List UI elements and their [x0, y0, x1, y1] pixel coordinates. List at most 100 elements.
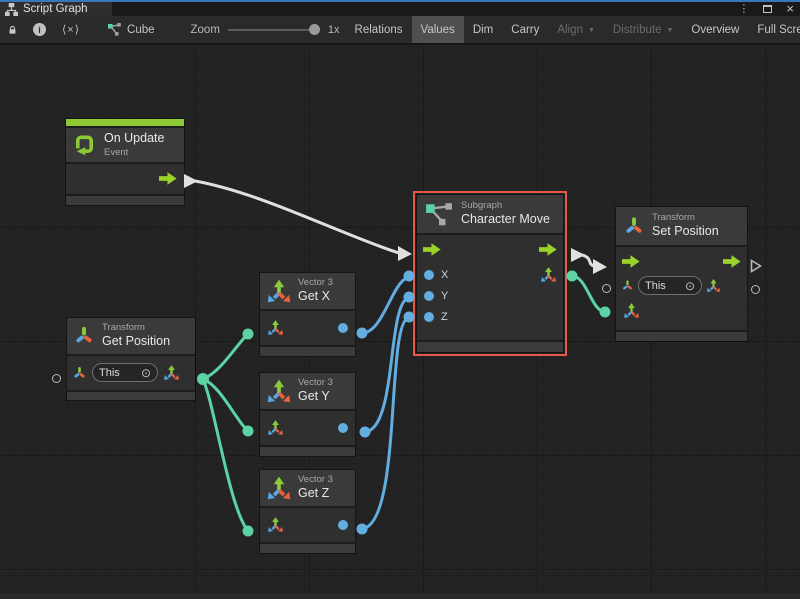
wire-value-getposition-gety[interactable] [203, 379, 248, 431]
vector3-icon [266, 378, 292, 404]
port-label-x: X [441, 269, 448, 281]
wire-flow-onupdate-charactermove[interactable] [195, 181, 399, 253]
zoom-slider-handle[interactable] [309, 24, 320, 35]
distribute-label: Distribute [613, 24, 662, 36]
node-footer [67, 392, 195, 400]
wire-endpoint [243, 329, 254, 340]
wire-value-gety-y[interactable] [365, 298, 408, 432]
transform-port-icon[interactable] [621, 278, 634, 293]
vector3-input-port-icon[interactable] [267, 419, 284, 436]
info-button[interactable]: i [25, 16, 54, 43]
lock-button[interactable] [0, 16, 25, 43]
selection-outline: Subgraph Character Move X Y [413, 191, 567, 356]
float-output-port[interactable] [338, 423, 348, 433]
unconnected-port-ring[interactable] [602, 284, 611, 293]
relations-toggle[interactable]: Relations [346, 16, 412, 43]
transform-icon [623, 213, 645, 239]
flow-output-port[interactable] [159, 172, 177, 185]
vector3-input-port-icon[interactable] [267, 319, 284, 336]
lock-icon [8, 23, 17, 37]
node-title: Get Y [298, 389, 333, 405]
values-toggle[interactable]: Values [412, 16, 464, 43]
unconnected-port-ring[interactable] [52, 374, 61, 383]
node-get-y[interactable]: Vector 3 Get Y [260, 373, 355, 456]
node-title: Character Move [461, 212, 550, 228]
vector3-output-port-icon[interactable] [540, 266, 557, 283]
vector3-output-port-icon[interactable] [706, 278, 721, 293]
node-get-z[interactable]: Vector 3 Get Z [260, 470, 355, 553]
wire-endpoint [357, 524, 368, 535]
this-field[interactable]: This ⊙ [638, 276, 702, 295]
node-subtitle: Vector 3 [298, 377, 333, 389]
close-icon[interactable]: × [786, 2, 794, 15]
code-icon: ⟨×⟩ [62, 23, 80, 36]
kebab-menu-icon[interactable]: ⋮ [738, 4, 749, 15]
node-footer [260, 347, 355, 356]
on-update-icon [72, 132, 97, 157]
vector3-icon [266, 475, 292, 501]
align-dropdown[interactable]: Align ▼ [548, 16, 604, 43]
subgraph-icon [425, 201, 453, 227]
wire-value-getz-z[interactable] [362, 318, 408, 529]
flow-input-port[interactable] [622, 255, 640, 268]
graph-canvas[interactable]: On Update Event Transform Get Position T… [0, 45, 800, 599]
carry-toggle[interactable]: Carry [502, 16, 548, 43]
graph-target[interactable]: Cube [98, 16, 165, 43]
script-graph-icon [5, 3, 18, 16]
vector3-input-port-icon[interactable] [267, 516, 284, 533]
flow-output-port[interactable] [539, 243, 557, 256]
flow-input-port[interactable] [423, 243, 441, 256]
wire-endpoint [360, 427, 371, 438]
node-title: Get Position [102, 334, 170, 350]
distribute-dropdown[interactable]: Distribute ▼ [604, 16, 683, 43]
node-subtitle: Transform [102, 322, 170, 334]
zoom-value: 1x [328, 24, 340, 36]
node-set-position[interactable]: Transform Set Position This ⊙ [616, 207, 747, 341]
input-port-x[interactable] [424, 270, 434, 280]
transform-port-icon[interactable] [72, 365, 87, 381]
flow-output-port[interactable] [723, 255, 741, 268]
vector3-output-port-icon[interactable] [163, 364, 180, 381]
vector3-input-port-icon[interactable] [623, 302, 640, 319]
wire-flow-charactermove-setposition[interactable] [582, 255, 594, 266]
event-color-bar [66, 119, 184, 126]
node-subtitle: Event [104, 147, 164, 159]
node-get-x[interactable]: Vector 3 Get X [260, 273, 355, 356]
node-footer [417, 342, 563, 352]
fullscreen-button[interactable]: Full Screen [748, 16, 800, 43]
overview-button[interactable]: Overview [682, 16, 748, 43]
tab-script-graph[interactable]: Script Graph [0, 2, 112, 16]
wire-endpoint [600, 307, 611, 318]
node-footer [66, 196, 184, 205]
input-port-y[interactable] [424, 291, 434, 301]
vector3-icon [266, 278, 292, 304]
port-label-y: Y [441, 290, 448, 302]
object-picker-icon[interactable]: ⊙ [685, 280, 695, 292]
wire-value-getposition-getz[interactable] [203, 379, 248, 531]
node-subtitle: Vector 3 [298, 277, 333, 289]
chevron-down-icon: ▼ [666, 27, 673, 34]
float-output-port[interactable] [338, 520, 348, 530]
object-picker-icon[interactable]: ⊙ [141, 367, 151, 379]
input-port-z[interactable] [424, 312, 434, 322]
wire-value-charactermove-setposition[interactable] [572, 276, 605, 312]
this-field[interactable]: This ⊙ [92, 363, 158, 382]
tab-label: Script Graph [23, 3, 88, 15]
dim-toggle[interactable]: Dim [464, 16, 502, 43]
node-footer [260, 544, 355, 553]
wire-endpoint [567, 271, 578, 282]
edit-graph-button[interactable]: ⟨×⟩ [54, 16, 88, 43]
wire-arrowhead [184, 174, 198, 188]
unconnected-flow-triangle[interactable] [750, 259, 762, 273]
wire-value-getposition-getx[interactable] [203, 334, 248, 379]
node-subtitle: Transform [652, 212, 719, 224]
node-subtitle: Vector 3 [298, 474, 333, 486]
node-get-position[interactable]: Transform Get Position This ⊙ [67, 318, 195, 400]
node-character-move[interactable]: Subgraph Character Move X Y [417, 195, 563, 352]
zoom-slider[interactable] [228, 24, 320, 36]
node-on-update[interactable]: On Update Event [66, 119, 184, 205]
maximize-icon[interactable] [763, 5, 772, 13]
float-output-port[interactable] [338, 323, 348, 333]
unconnected-port-ring[interactable] [751, 285, 760, 294]
wire-value-getx-x[interactable] [362, 277, 408, 333]
